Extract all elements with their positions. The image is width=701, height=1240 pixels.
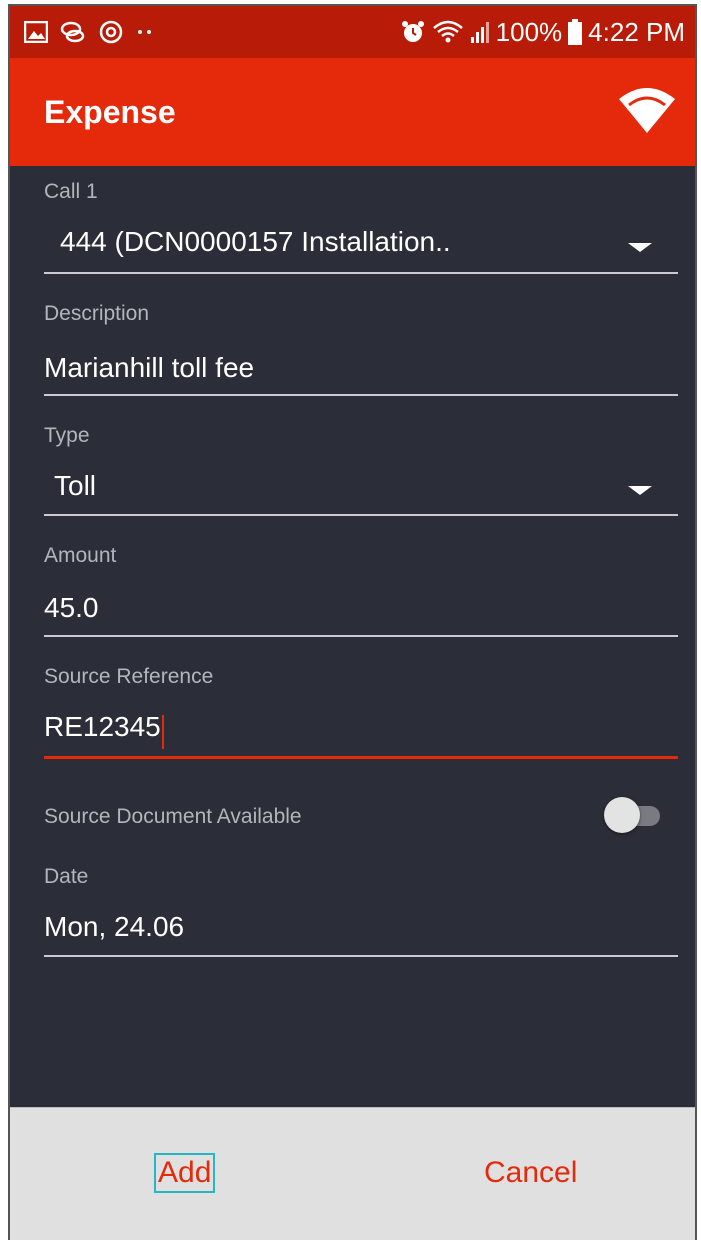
- call-label: Call 1: [44, 180, 98, 203]
- date-input[interactable]: Mon, 24.06: [44, 899, 678, 957]
- alarm-icon: [400, 19, 426, 45]
- phone-screen: 100% 4:22 PM Expense Call 1 444 (DCN0000…: [8, 4, 697, 1240]
- image-icon: [24, 21, 48, 43]
- wifi-icon: [617, 85, 677, 140]
- bottom-action-bar: Add Cancel: [10, 1107, 695, 1240]
- connection-status-button[interactable]: [615, 84, 679, 140]
- page-title: Expense: [44, 93, 176, 130]
- toggle-knob: [604, 797, 640, 833]
- date-label: Date: [44, 865, 89, 888]
- chat-bubbles-icon: [60, 20, 86, 44]
- expense-form: Call 1 444 (DCN0000157 Installation.. De…: [44, 166, 678, 969]
- type-label: Type: [44, 424, 90, 447]
- source-reference-text: RE12345: [44, 711, 164, 749]
- wifi-signal-icon: [432, 19, 464, 45]
- caret-down-icon: [628, 486, 652, 495]
- source-document-field: Source Document Available: [44, 759, 678, 849]
- amount-value: 45.0: [44, 592, 99, 623]
- add-button[interactable]: Add: [154, 1153, 216, 1193]
- date-value: Mon, 24.06: [44, 911, 185, 942]
- amount-field: Amount 45.0: [44, 516, 678, 637]
- source-reference-label: Source Reference: [44, 665, 214, 688]
- call-value: 444 (DCN0000157 Installation..: [60, 226, 451, 257]
- date-underline: [44, 955, 678, 957]
- amount-input[interactable]: 45.0: [44, 579, 678, 637]
- source-reference-field: Source Reference RE12345: [44, 637, 678, 759]
- amount-label: Amount: [44, 544, 117, 567]
- call-dropdown[interactable]: 444 (DCN0000157 Installation..: [44, 216, 678, 274]
- cancel-button[interactable]: Cancel: [484, 1155, 577, 1191]
- battery-icon: [568, 19, 583, 45]
- caret-down-icon: [628, 243, 652, 252]
- status-bar: 100% 4:22 PM: [10, 6, 695, 58]
- description-label: Description: [44, 302, 150, 325]
- description-value: Marianhill toll fee: [44, 352, 255, 383]
- battery-percent: 100%: [495, 16, 563, 47]
- text-cursor: [161, 714, 164, 749]
- source-document-label: Source Document Available: [44, 805, 302, 828]
- source-document-toggle[interactable]: [604, 797, 664, 833]
- description-input[interactable]: Marianhill toll fee: [44, 338, 678, 396]
- call-field: Call 1 444 (DCN0000157 Installation..: [44, 166, 678, 274]
- description-field: Description Marianhill toll fee: [44, 274, 678, 396]
- source-reference-input[interactable]: RE12345: [44, 699, 678, 759]
- source-reference-value: RE12345: [44, 711, 161, 742]
- type-field: Type Toll: [44, 396, 678, 516]
- date-field: Date Mon, 24.06: [44, 849, 678, 969]
- more-dots-icon: [136, 28, 154, 36]
- clock-time: 4:22 PM: [588, 16, 685, 47]
- type-value: Toll: [54, 470, 97, 501]
- app-bar: Expense: [10, 58, 695, 166]
- type-dropdown[interactable]: Toll: [44, 458, 678, 516]
- sync-icon: [98, 19, 124, 45]
- cell-signal-icon: [470, 20, 490, 44]
